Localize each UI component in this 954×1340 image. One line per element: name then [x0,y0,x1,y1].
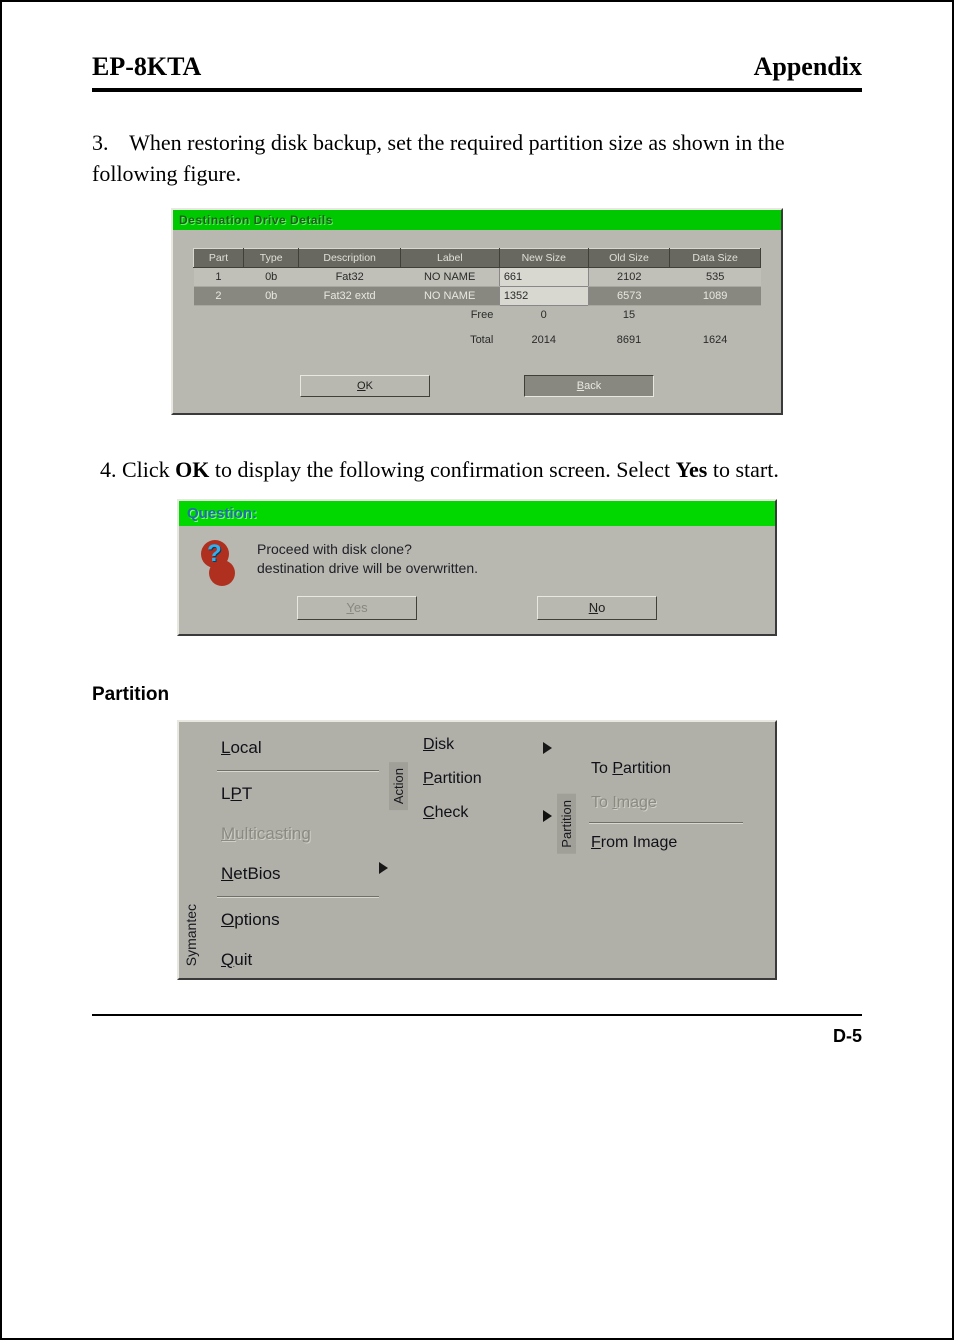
header-rule [92,88,862,92]
submenu-arrow-icon [379,862,388,874]
th-newsize: New Size [499,248,588,267]
ddd-titlebar: Destination Drive Details [173,210,781,230]
cell-type: 0b [243,267,298,286]
th-desc: Description [299,248,401,267]
cell-desc: Fat32 [299,267,401,286]
page-number: D-5 [72,1026,862,1047]
footer-rule [92,1014,862,1016]
th-label: Label [400,248,499,267]
table-row[interactable]: 2 0b Fat32 extd NO NAME 1352 6573 1089 [194,286,761,305]
cell-desc: Fat32 extd [299,286,401,305]
cell-newsize-input[interactable]: 661 [499,267,588,286]
menu-col-3: To Partition To Image From Image [581,752,751,860]
question-titlebar: Question: [179,501,775,526]
menu-check[interactable]: Check [413,796,553,830]
table-row[interactable]: 1 0b Fat32 NO NAME 661 2102 535 [194,267,761,286]
yes-button[interactable]: Yes [297,596,417,620]
back-button[interactable]: Back [524,375,654,397]
menu-separator [589,822,743,824]
step-4-number: 4. [100,457,117,482]
question-line2: destination drive will be overwritten. [257,559,478,577]
partition-heading: Partition [92,684,862,706]
menu-disk[interactable]: Disk [413,728,553,762]
partition-table: Part Type Description Label New Size Old… [193,248,761,349]
menu-col-2: Disk Partition Check [413,728,553,830]
cell-newsize-input[interactable]: 1352 [499,286,588,305]
menu-partition[interactable]: Partition [413,762,553,796]
step-3-text: When restoring disk backup, set the requ… [92,130,785,186]
th-datasize: Data Size [670,248,761,267]
total-data: 1624 [670,324,761,349]
header-left: EP-8KTA [92,52,201,82]
question-icon: ? [197,540,239,582]
cell-datasize: 535 [670,267,761,286]
symantec-tab: Symantec [181,898,201,972]
step-4-t2: to display the following confirmation sc… [209,457,675,482]
cell-datasize: 1089 [670,286,761,305]
cell-label: NO NAME [400,267,499,286]
partition-tab: Partition [557,794,576,854]
cell-oldsize: 2102 [588,267,670,286]
total-label: Total [400,324,499,349]
menu-separator [217,770,379,772]
menu-to-partition[interactable]: To Partition [581,752,751,786]
step-4-b2: Yes [676,457,708,482]
menu-options[interactable]: Options [209,900,387,940]
th-type: Type [243,248,298,267]
cell-type: 0b [243,286,298,305]
question-line1: Proceed with disk clone? [257,540,478,558]
menu-to-image[interactable]: To Image [581,786,751,820]
step-4: 4. Click OK to display the following con… [100,455,862,486]
menu-quit[interactable]: Quit [209,940,387,980]
step-3: 3. When restoring disk backup, set the r… [92,128,862,190]
ok-button[interactable]: OK [300,375,430,397]
total-new: 2014 [499,324,588,349]
header-right: Appendix [754,52,862,82]
question-dialog: Question: ? Proceed with disk clone? des… [177,499,777,636]
menu-netbios[interactable]: NetBios [209,854,387,894]
menu-local[interactable]: Local [209,728,387,768]
no-button[interactable]: No [537,596,657,620]
menu-separator [217,896,379,898]
step-4-t1: Click [122,457,175,482]
action-tab: Action [389,762,408,810]
step-4-t3: to start. [707,457,779,482]
free-row: Free 0 15 [194,305,761,324]
th-oldsize: Old Size [588,248,670,267]
menu-col-1: Local LPT Multicasting NetBios Options Q… [209,728,387,980]
free-old: 15 [588,305,670,324]
partition-menu: Symantec Action Partition Local LPT Mult… [177,720,777,980]
destination-drive-details-dialog: Destination Drive Details Part Type Desc… [171,208,783,415]
free-new: 0 [499,305,588,324]
cell-part: 1 [194,267,244,286]
submenu-arrow-icon [543,810,552,822]
step-3-number: 3. [92,128,124,159]
free-label: Free [400,305,499,324]
submenu-arrow-icon [543,742,552,754]
menu-multicasting[interactable]: Multicasting [209,814,387,854]
menu-from-image[interactable]: From Image [581,826,751,860]
cell-part: 2 [194,286,244,305]
step-4-b1: OK [175,457,209,482]
menu-lpt[interactable]: LPT [209,774,387,814]
cell-label: NO NAME [400,286,499,305]
cell-oldsize: 6573 [588,286,670,305]
total-old: 8691 [588,324,670,349]
th-part: Part [194,248,244,267]
total-row: Total 2014 8691 1624 [194,324,761,349]
